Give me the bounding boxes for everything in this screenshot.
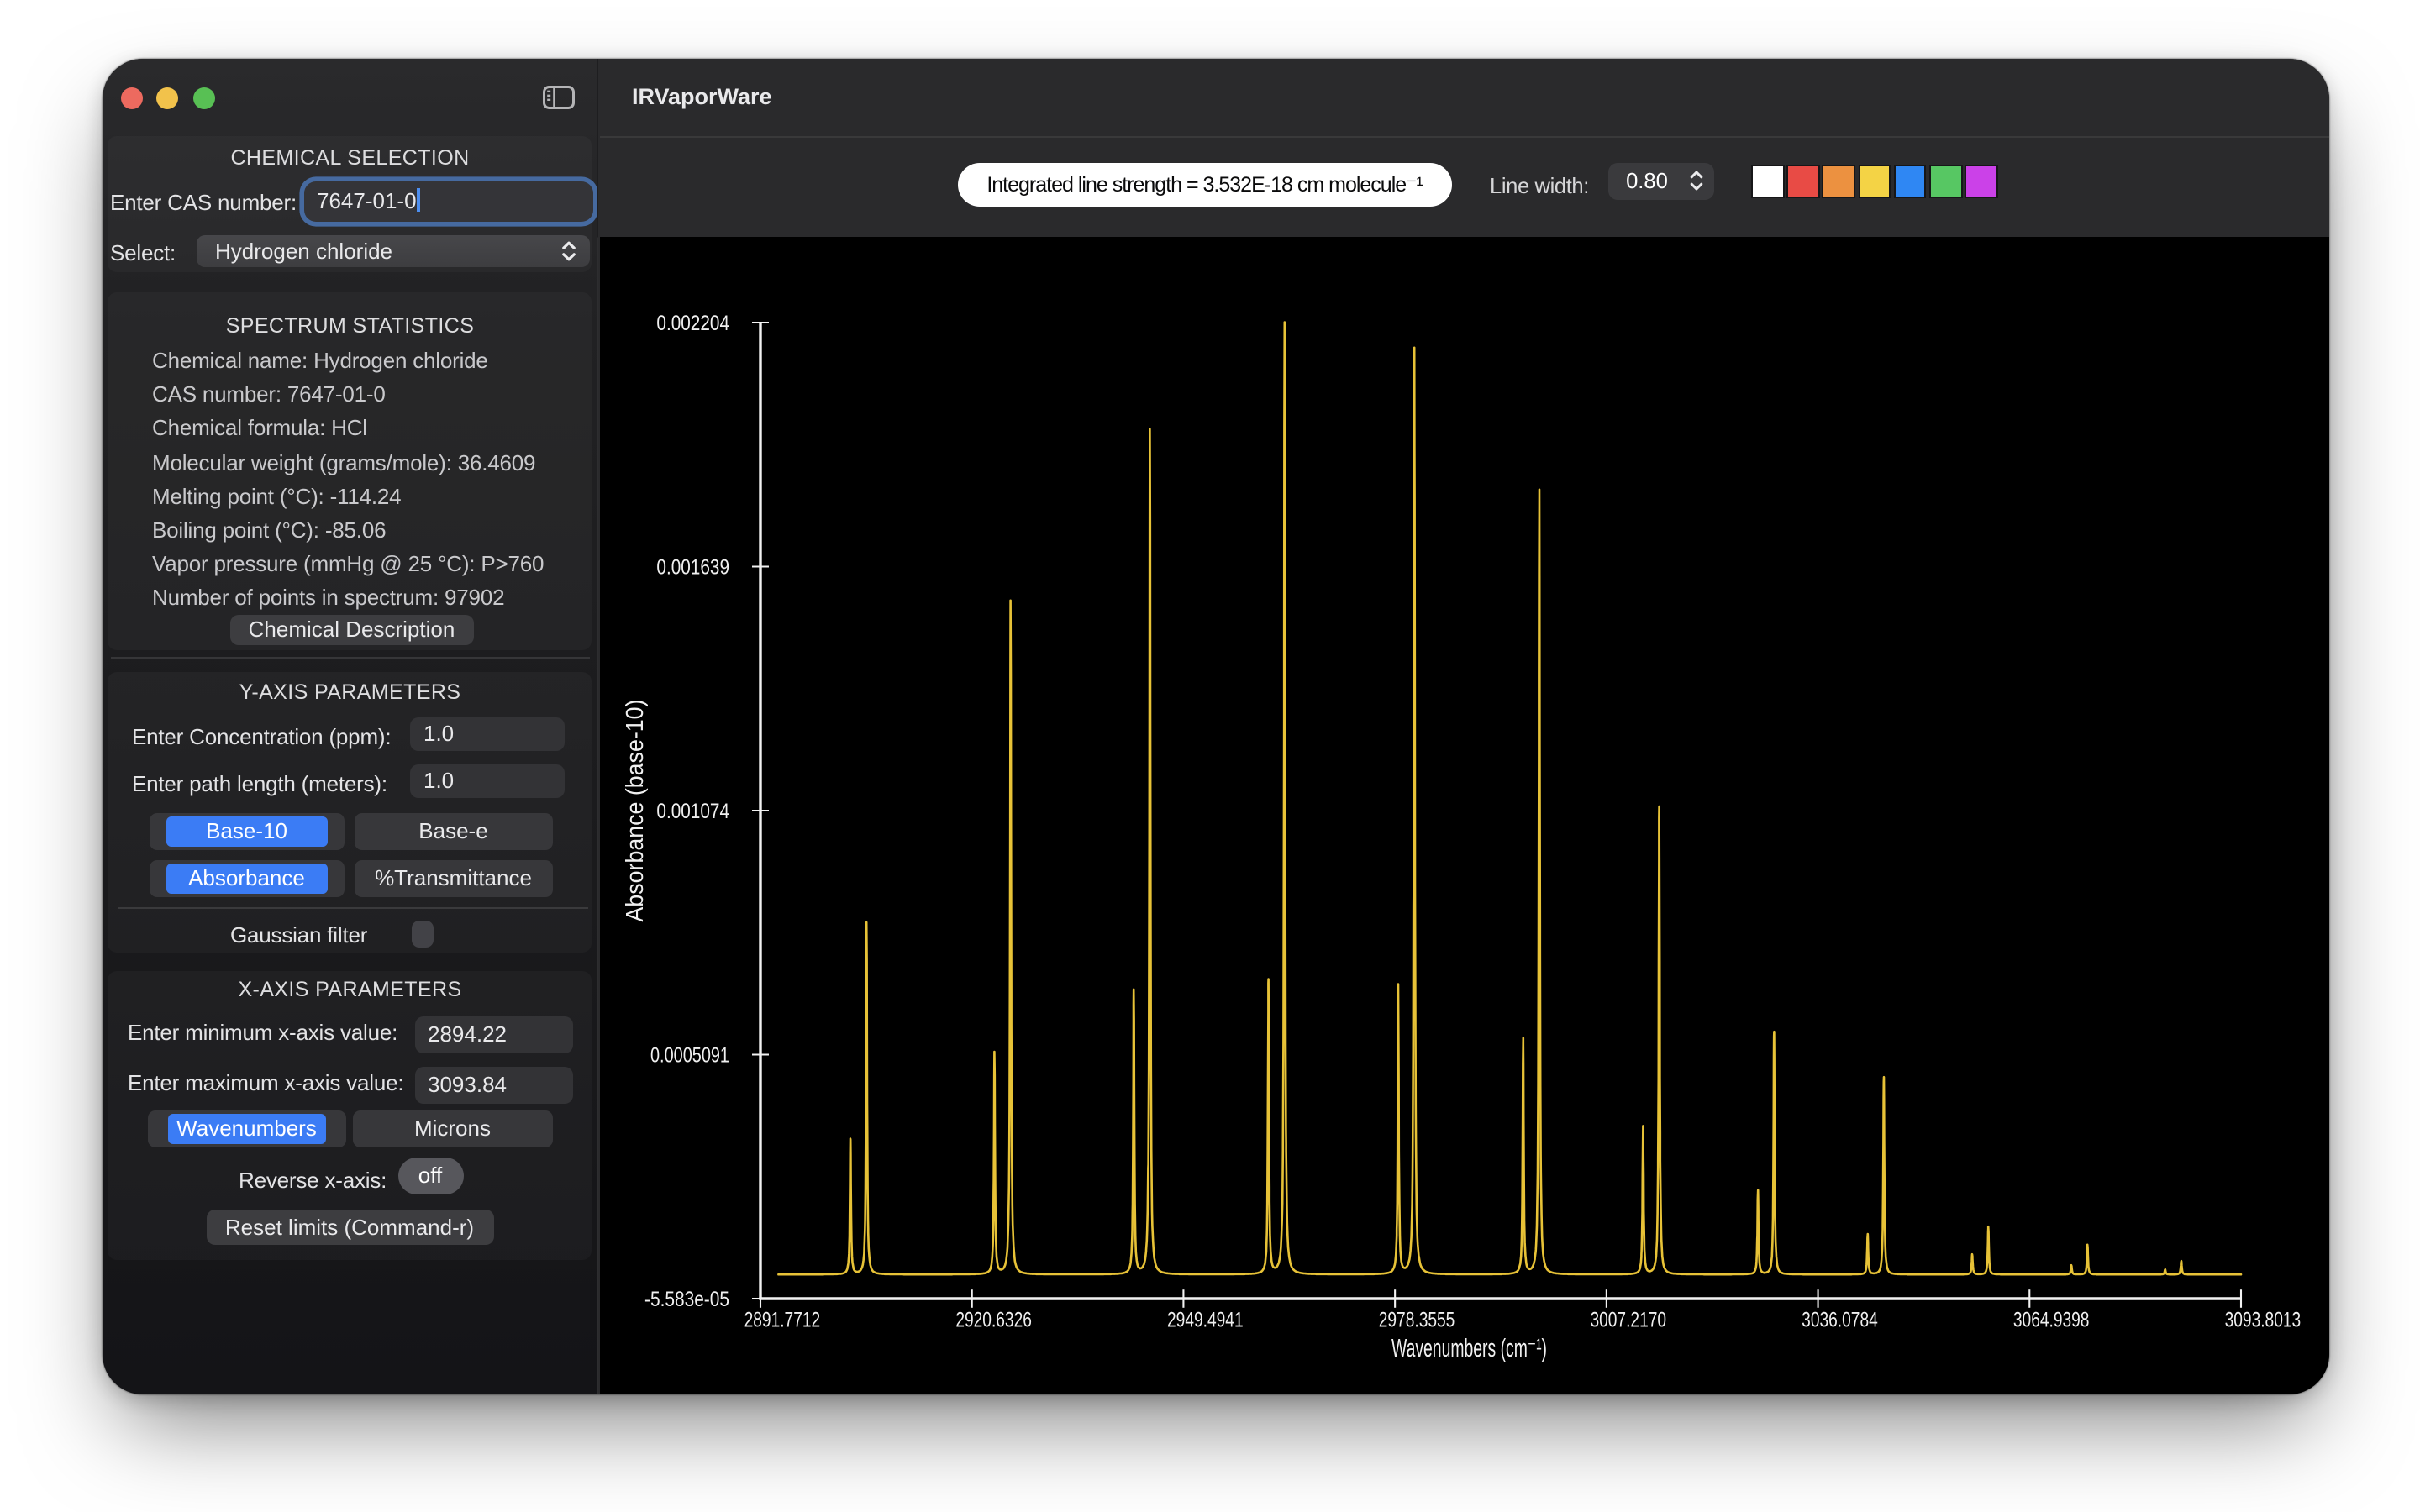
svg-text:Wavenumbers (cm⁻¹): Wavenumbers (cm⁻¹)	[1392, 1333, 1547, 1362]
svg-text:0.0005091: 0.0005091	[650, 1043, 729, 1067]
svg-text:3007.2170: 3007.2170	[1590, 1307, 1666, 1331]
svg-text:0.001074: 0.001074	[656, 799, 729, 822]
svg-text:2949.4941: 2949.4941	[1167, 1307, 1244, 1331]
svg-text:2920.6326: 2920.6326	[955, 1307, 1032, 1331]
svg-text:-5.583e-05: -5.583e-05	[644, 1287, 729, 1310]
svg-text:3064.9398: 3064.9398	[2013, 1307, 2090, 1331]
svg-text:Absorbance (base-10): Absorbance (base-10)	[622, 699, 649, 921]
svg-text:0.002204: 0.002204	[656, 311, 729, 334]
svg-text:3036.0784: 3036.0784	[1802, 1307, 1878, 1331]
svg-text:3093.8013: 3093.8013	[2225, 1307, 2302, 1331]
svg-text:2978.3555: 2978.3555	[1379, 1307, 1455, 1331]
svg-text:0.001639: 0.001639	[656, 555, 729, 579]
svg-text:2891.7712: 2891.7712	[744, 1307, 821, 1331]
